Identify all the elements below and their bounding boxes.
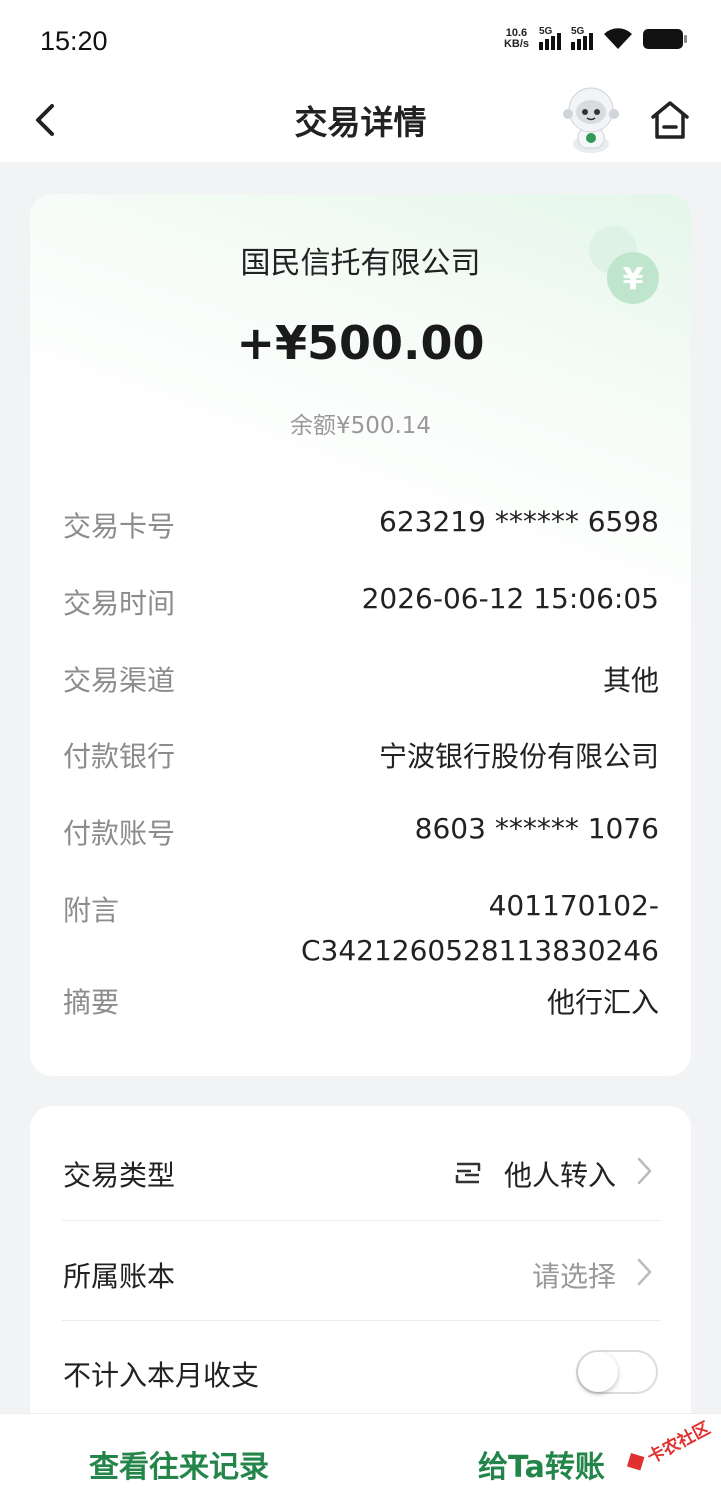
detail-label-time: 交易时间	[63, 587, 176, 620]
status-time: 15:20	[40, 26, 108, 56]
view-records-button[interactable]: 查看往来记录	[89, 1442, 269, 1486]
chevron-right-icon	[637, 1157, 652, 1185]
nav-bar: 交易详情	[0, 80, 721, 162]
transaction-type-row[interactable]: 交易类型 他人转入	[30, 1106, 691, 1220]
signal-icon-sim1: 5G	[539, 26, 561, 50]
options-card: 交易类型 他人转入 所属账本 请选择 不计入本月收支	[30, 1106, 691, 1436]
balance-after: 余额¥500.14	[289, 413, 432, 439]
detail-value-summary: 他行汇入	[546, 986, 659, 1019]
transaction-amount: +¥500.00	[236, 316, 485, 370]
community-watermark-logo: 卡农社区	[626, 1418, 714, 1471]
sim2-label: 5G	[571, 26, 585, 37]
detail-value-card: 623219 ****** 6598	[379, 505, 659, 538]
status-icons: 10.6 KB/s 5G 5G	[504, 26, 687, 50]
home-icon	[651, 101, 689, 139]
toggle-knob	[578, 1352, 618, 1392]
exclude-monthly-label: 不计入本月收支	[63, 1359, 260, 1392]
ledger-value: 请选择	[531, 1260, 616, 1293]
svg-text:卡农社区: 卡农社区	[644, 1418, 714, 1468]
network-speed: 10.6 KB/s	[504, 28, 529, 50]
transaction-card: ¥ 国民信托有限公司 +¥500.00 余额¥500.14 交易卡号 62321…	[30, 194, 691, 1076]
detail-value-remark-line1: 401170102-	[488, 889, 659, 922]
transaction-type-value: 他人转入	[503, 1159, 616, 1192]
status-bar: 15:20 10.6 KB/s 5G 5G	[0, 0, 721, 80]
home-button[interactable]	[648, 98, 692, 142]
detail-value-remark-line2: C3421260528113830246	[300, 934, 659, 967]
detail-value-payer-account: 8603 ****** 1076	[414, 812, 659, 845]
transaction-type-label: 交易类型	[63, 1159, 176, 1192]
divider	[62, 1320, 661, 1321]
battery-icon	[643, 29, 687, 49]
detail-value-channel: 其他	[602, 664, 659, 697]
robot-assistant-icon[interactable]	[558, 84, 624, 154]
ledger-label: 所属账本	[63, 1260, 176, 1293]
counterparty-name: 国民信托有限公司	[240, 246, 481, 281]
detail-label-channel: 交易渠道	[63, 664, 176, 697]
exclude-monthly-toggle[interactable]	[576, 1350, 658, 1394]
signal-icon-sim2: 5G	[571, 26, 593, 50]
wifi-icon	[604, 28, 632, 49]
detail-label-payer-account: 付款账号	[63, 817, 176, 850]
ledger-row[interactable]: 所属账本 请选择	[30, 1221, 691, 1321]
chevron-right-icon	[637, 1258, 652, 1286]
sim1-label: 5G	[539, 26, 553, 37]
detail-label-summary: 摘要	[63, 986, 120, 1019]
net-speed-unit: KB/s	[503, 38, 529, 50]
transfer-type-icon	[455, 1162, 481, 1184]
detail-value-time: 2026-06-12 15:06:05	[361, 582, 659, 615]
detail-label-payer-bank: 付款银行	[63, 740, 176, 773]
bottom-action-bar: 查看往来记录 给Ta转账	[0, 1413, 721, 1500]
transfer-button[interactable]: 给Ta转账	[478, 1442, 605, 1486]
detail-label-card: 交易卡号	[63, 510, 176, 543]
detail-value-payer-bank: 宁波银行股份有限公司	[378, 740, 659, 773]
detail-label-remark: 附言	[63, 894, 120, 927]
